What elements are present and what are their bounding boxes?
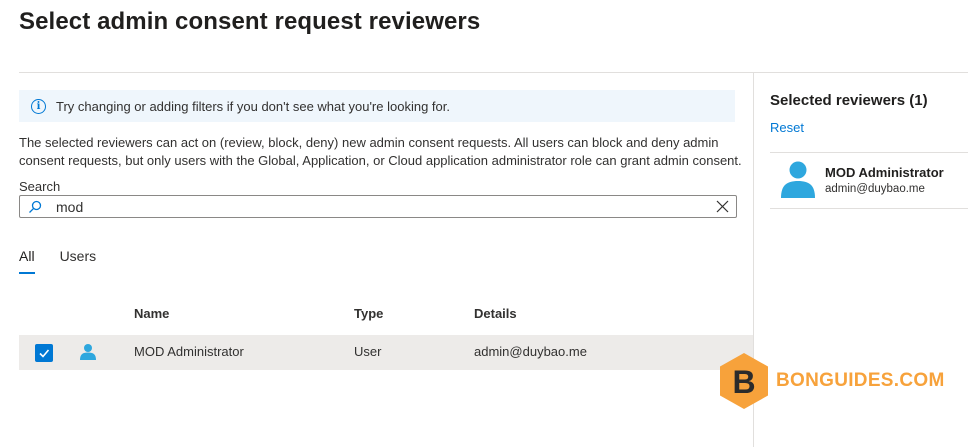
checkmark-icon bbox=[39, 349, 50, 358]
row-name: MOD Administrator bbox=[134, 344, 244, 359]
row-type: User bbox=[354, 344, 382, 359]
info-message-text: Try changing or adding filters if you do… bbox=[56, 98, 450, 114]
search-icon bbox=[20, 200, 50, 214]
selected-user-email: admin@duybao.me bbox=[825, 183, 925, 195]
search-box bbox=[19, 195, 737, 218]
watermark: B BONGUIDES.COM bbox=[718, 352, 945, 410]
column-header-details[interactable]: Details bbox=[474, 306, 517, 321]
tab-all[interactable]: All bbox=[19, 248, 35, 274]
selected-reviewers-title: Selected reviewers (1) bbox=[770, 92, 928, 109]
table-row[interactable]: MOD Administrator User admin@duybao.me bbox=[19, 335, 753, 370]
info-icon: i bbox=[31, 98, 46, 114]
reset-link[interactable]: Reset bbox=[770, 120, 804, 135]
selected-user-name: MOD Administrator bbox=[825, 165, 944, 180]
svg-text:B: B bbox=[732, 364, 755, 400]
row-details: admin@duybao.me bbox=[474, 344, 587, 359]
description-text: The selected reviewers can act on (revie… bbox=[19, 135, 742, 168]
clear-search-icon[interactable] bbox=[708, 200, 736, 213]
selected-user-avatar-icon bbox=[780, 160, 816, 203]
column-header-type[interactable]: Type bbox=[354, 306, 383, 321]
user-avatar-icon bbox=[79, 343, 97, 366]
selected-divider-top bbox=[770, 152, 968, 153]
search-label: Search bbox=[19, 179, 61, 194]
info-message-bar: i Try changing or adding filters if you … bbox=[19, 90, 735, 122]
selected-divider-bottom bbox=[770, 208, 968, 209]
column-header-name[interactable]: Name bbox=[134, 306, 169, 321]
filter-tabs: All Users bbox=[19, 248, 121, 274]
tab-users[interactable]: Users bbox=[60, 248, 97, 274]
search-input[interactable] bbox=[50, 196, 708, 217]
watermark-logo-icon: B bbox=[720, 353, 768, 409]
page-title: Select admin consent request reviewers bbox=[19, 8, 481, 35]
row-checkbox[interactable] bbox=[35, 344, 53, 362]
header-divider bbox=[19, 72, 968, 73]
watermark-text: BONGUIDES.COM bbox=[776, 370, 945, 391]
